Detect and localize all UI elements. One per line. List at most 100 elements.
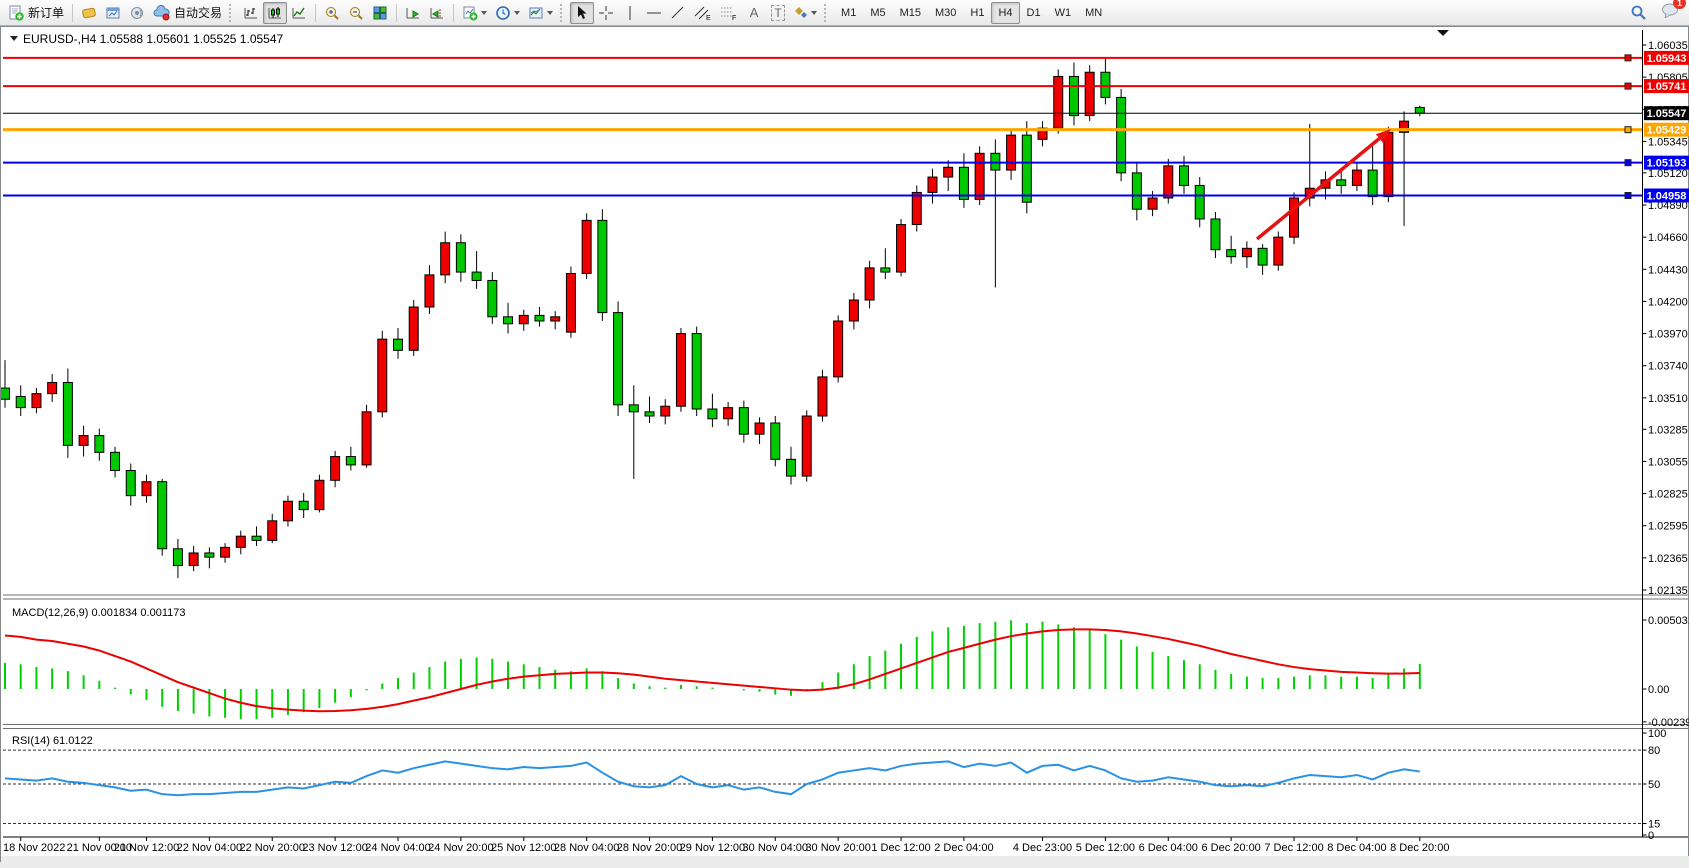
vertical-line-tool-button[interactable] [618,2,642,24]
crosshair-tool-button[interactable] [594,2,618,24]
candle-body [504,317,513,324]
text-tool-button[interactable]: A [742,2,766,24]
candle-body [739,408,748,435]
trendline-tool-button[interactable] [666,2,690,24]
arrows-dropdown[interactable] [790,2,821,24]
time-tick-label: 2 Dec 04:00 [934,842,993,854]
hline-anchor[interactable] [1625,192,1631,198]
timeframe-button-M1[interactable]: M1 [834,2,863,24]
candle-body [1164,166,1173,198]
candle-body [236,536,245,547]
auto-scroll-icon [405,5,421,21]
price-tick-label: 1.04200 [1648,296,1688,308]
time-tick-label: 21 Nov 12:00 [114,842,179,854]
channel-tool-button[interactable]: E [690,2,716,24]
chevron-down-icon [514,11,520,15]
label-tool-glyph: T [771,5,784,21]
notifications-button[interactable]: 1 [1661,2,1679,23]
cursor-tool-button[interactable] [570,2,594,24]
separator [72,4,73,22]
line-chart-icon [291,5,307,21]
time-tick-label: 1 Dec 12:00 [871,842,930,854]
candle-body [1337,180,1346,186]
timeframe-button-H4[interactable]: H4 [991,2,1019,24]
new-order-button[interactable]: 新订单 [4,2,68,24]
candle-body [472,272,481,280]
hline-anchor[interactable] [1625,83,1631,89]
hline-anchor[interactable] [1625,127,1631,133]
hline-anchor[interactable] [1625,55,1631,61]
auto-trading-icon [153,5,171,21]
candle-body [1180,166,1189,186]
main-toolbar: 新订单 自动交易 [0,0,1689,26]
timeframe-button-H1[interactable]: H1 [963,2,991,24]
candle-body [1258,248,1267,265]
timeframe-button-W1[interactable]: W1 [1048,2,1079,24]
candle-body [32,394,41,408]
candle-body [598,220,607,312]
tile-windows-button[interactable] [368,2,392,24]
auto-scroll-button[interactable] [401,2,425,24]
candle-body [409,307,418,350]
price-tick-label: 1.02135 [1648,585,1688,597]
timeframe-button-M15[interactable]: M15 [893,2,928,24]
text-label-tool-button[interactable]: T [766,2,790,24]
separator [396,4,397,22]
chart-shift-button[interactable] [425,2,449,24]
market-depth-button[interactable] [77,2,101,24]
candle-body [771,423,780,459]
candle-body [1085,72,1094,115]
new-chart-dropdown[interactable] [458,2,491,24]
rsi-tick-label: 0 [1648,830,1654,842]
toolbar-grip[interactable] [824,4,830,22]
crosshair-icon [598,5,614,21]
rsi-label: RSI(14) 61.0122 [12,735,93,747]
chart-window[interactable]: 1.060351.058051.055751.053451.051201.048… [0,26,1689,862]
candle-body [787,459,796,476]
chart-shift-icon [429,5,445,21]
candlestick-chart-button[interactable] [263,2,287,24]
sounds-button[interactable] [125,2,149,24]
price-chart-canvas[interactable]: 1.060351.058051.055751.053451.051201.048… [1,27,1689,863]
macd-label: MACD(12,26,9) 0.001834 0.001173 [12,607,185,619]
candle-body [425,275,434,307]
line-chart-button[interactable] [287,2,311,24]
chart-shift-marker[interactable] [1437,30,1449,36]
time-scale[interactable]: 18 Nov 202221 Nov 00:0021 Nov 12:0022 No… [1,837,1689,863]
toolbar-grip[interactable] [229,4,235,22]
candle-body [315,480,324,509]
time-tick-label: 8 Dec 20:00 [1390,842,1449,854]
auto-trading-button[interactable]: 自动交易 [149,2,226,24]
horizontal-line-tool-button[interactable] [642,2,666,24]
auto-trading-label: 自动交易 [174,4,222,21]
candle-body [912,192,921,224]
time-tick-label: 30 Nov 04:00 [743,842,808,854]
toolbar-grip[interactable] [560,4,566,22]
templates-dropdown[interactable] [524,2,557,24]
bar-chart-button[interactable] [239,2,263,24]
zoom-out-button[interactable] [344,2,368,24]
candle-body [1274,237,1283,265]
timeframe-button-M30[interactable]: M30 [928,2,963,24]
chart-render-layer: 1.060351.058051.055751.053451.051201.048… [1,30,1689,863]
price-tick-label: 1.03970 [1648,329,1688,341]
timeframe-button-D1[interactable]: D1 [1020,2,1048,24]
zoom-in-button[interactable] [320,2,344,24]
rsi-tick-label: 80 [1648,745,1660,757]
candle-body [566,273,575,332]
data-window-button[interactable] [101,2,125,24]
candle-body [551,317,560,321]
zoom-in-icon [324,5,340,21]
periods-dropdown[interactable] [491,2,524,24]
search-button[interactable] [1626,2,1651,24]
timeframe-button-M5[interactable]: M5 [863,2,892,24]
fibonacci-tool-button[interactable]: F [716,2,742,24]
time-tick-label: 28 Nov 20:00 [617,842,682,854]
hline-anchor[interactable] [1625,160,1631,166]
channel-glyph: E [706,15,711,21]
candle-body [189,553,198,566]
timeframe-button-MN[interactable]: MN [1078,2,1109,24]
symbol-dropdown-icon[interactable] [10,36,18,41]
price-badge-label: 1.05741 [1647,81,1687,93]
rsi-line [5,761,1420,795]
